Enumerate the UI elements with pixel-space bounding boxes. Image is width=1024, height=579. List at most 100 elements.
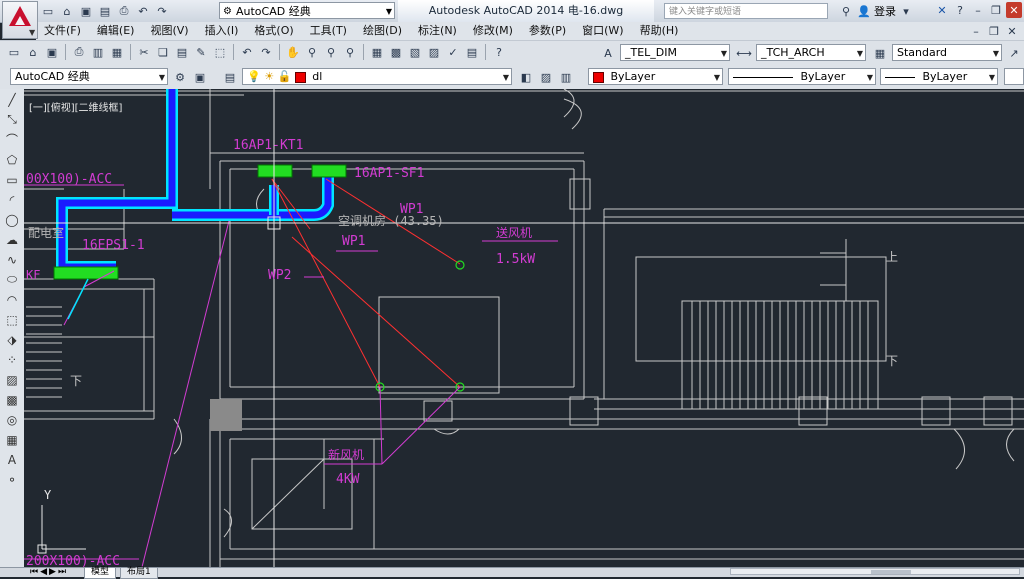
rectangle-icon[interactable]: ▭	[2, 170, 22, 189]
spline-icon[interactable]: ∿	[2, 250, 22, 269]
tab-layout1[interactable]: 布局1	[120, 567, 158, 579]
make-block-icon[interactable]: ⬗	[2, 330, 22, 349]
sign-in-link[interactable]: 登录	[874, 3, 896, 19]
zoom-window-icon[interactable]: ⚲	[323, 44, 339, 60]
multiline-text-icon[interactable]: A	[2, 450, 22, 469]
menu-item[interactable]: 绘图(D)	[355, 22, 410, 40]
gradient-icon[interactable]: ▩	[2, 390, 22, 409]
new-file-icon[interactable]: ▭	[40, 3, 56, 19]
calculator-icon[interactable]: ▤	[464, 44, 480, 60]
exchange-icon[interactable]: ✕	[934, 2, 950, 18]
redo-icon[interactable]: ↷	[258, 44, 274, 60]
add-selected-icon[interactable]: ⚬	[2, 470, 22, 489]
open-file-icon[interactable]: ⌂	[59, 3, 75, 19]
point-icon[interactable]: ⁘	[2, 350, 22, 369]
menu-item[interactable]: 文件(F)	[36, 22, 89, 40]
horizontal-scrollbar[interactable]	[730, 568, 1020, 575]
help-icon[interactable]: ?	[491, 44, 507, 60]
binoculars-icon[interactable]: ⚲	[838, 3, 854, 19]
restore-icon[interactable]: ❐	[986, 23, 1002, 39]
app-logo[interactable]: ▼	[2, 1, 38, 39]
text-style-icon[interactable]: A	[600, 45, 616, 61]
menu-item[interactable]: 编辑(E)	[89, 22, 143, 40]
zoom-previous-icon[interactable]: ⚲	[342, 44, 358, 60]
line-icon[interactable]: ╱	[2, 90, 22, 109]
print-icon[interactable]: ⎙	[116, 3, 132, 19]
print-icon[interactable]: ⎙	[71, 44, 87, 60]
match-properties-icon[interactable]: ✎	[193, 44, 209, 60]
plot-style-select[interactable]	[1004, 68, 1024, 85]
menu-item[interactable]: 标注(N)	[410, 22, 465, 40]
minimize-icon[interactable]: –	[970, 2, 986, 18]
new-file-icon[interactable]: ▭	[6, 44, 22, 60]
undo-icon[interactable]: ↶	[135, 3, 151, 19]
table-icon[interactable]: ▦	[2, 430, 22, 449]
hatch-icon[interactable]: ▨	[2, 370, 22, 389]
workspace-select[interactable]: AutoCAD 经典 ▼	[10, 68, 168, 85]
viewport-controls-label[interactable]: [一][俯视][二维线框]	[29, 99, 122, 114]
undo-icon[interactable]: ↶	[239, 44, 255, 60]
menu-item[interactable]: 修改(M)	[465, 22, 521, 40]
publish-icon[interactable]: ▦	[109, 44, 125, 60]
markup-icon[interactable]: ✓	[445, 44, 461, 60]
close-icon[interactable]: ✕	[1006, 2, 1022, 18]
menu-item[interactable]: 插入(I)	[197, 22, 247, 40]
chevron-down-icon[interactable]: ▾	[898, 3, 914, 19]
tab-model[interactable]: 模型	[84, 567, 117, 579]
ellipse-icon[interactable]: ⬭	[2, 270, 22, 289]
tool-palettes-icon[interactable]: ▧	[407, 44, 423, 60]
table-style-select[interactable]: _TCH_ARCH ▼	[756, 44, 866, 61]
circle-icon[interactable]: ◯	[2, 210, 22, 229]
help-icon[interactable]: ?	[952, 2, 968, 18]
save-icon[interactable]: ▣	[44, 44, 60, 60]
lineweight-select[interactable]: ByLayer ▼	[880, 68, 998, 85]
print-preview-icon[interactable]: ▥	[90, 44, 106, 60]
polyline-icon[interactable]: ⌒	[2, 130, 22, 149]
restore-icon[interactable]: ❐	[988, 2, 1004, 18]
dim-style-select[interactable]: _TEL_DIM ▼	[620, 44, 730, 61]
menu-item[interactable]: 工具(T)	[302, 22, 355, 40]
multileader-style-icon[interactable]: ↗	[1006, 45, 1022, 61]
insert-block-icon[interactable]: ⬚	[2, 310, 22, 329]
construction-line-icon[interactable]: ⤡	[2, 110, 22, 129]
color-select[interactable]: ByLayer ▼	[588, 68, 723, 85]
block-editor-icon[interactable]: ⬚	[212, 44, 228, 60]
scrollbar-thumb[interactable]	[871, 570, 911, 574]
paste-icon[interactable]: ▤	[174, 44, 190, 60]
ellipse-arc-icon[interactable]: ◠	[2, 290, 22, 309]
gear-icon[interactable]: ⚙	[172, 69, 188, 85]
menu-item[interactable]: 窗口(W)	[574, 22, 631, 40]
text-style-select[interactable]: Standard ▼	[892, 44, 1002, 61]
close-icon[interactable]: ✕	[1004, 23, 1020, 39]
save-as-icon[interactable]: ▤	[97, 3, 113, 19]
zoom-realtime-icon[interactable]: ⚲	[304, 44, 320, 60]
minimize-icon[interactable]: –	[968, 23, 984, 39]
layer-previous-icon[interactable]: ▨	[538, 69, 554, 85]
menu-item[interactable]: 格式(O)	[246, 22, 301, 40]
redo-icon[interactable]: ↷	[154, 3, 170, 19]
sheet-set-icon[interactable]: ▨	[426, 44, 442, 60]
pan-icon[interactable]: ✋	[285, 44, 301, 60]
polygon-icon[interactable]: ⬠	[2, 150, 22, 169]
drawing-canvas[interactable]: 16AP1-KT1 16AP1-SF1 00X100)-ACC 空调机房 (43…	[24, 89, 1024, 567]
cut-icon[interactable]: ✂	[136, 44, 152, 60]
search-input[interactable]: 键入关键字或短语	[664, 3, 828, 19]
workspace-settings-icon[interactable]: ▣	[192, 69, 208, 85]
user-icon[interactable]: 👤	[856, 3, 872, 19]
menu-item[interactable]: 参数(P)	[521, 22, 574, 40]
menu-item[interactable]: 帮助(H)	[632, 22, 687, 40]
table-style-icon[interactable]: ▦	[872, 45, 888, 61]
menu-item[interactable]: 视图(V)	[142, 22, 196, 40]
layer-properties-icon[interactable]: ▤	[222, 69, 238, 85]
copy-icon[interactable]: ❏	[155, 44, 171, 60]
arc-icon[interactable]: ◜	[2, 190, 22, 209]
region-icon[interactable]: ◎	[2, 410, 22, 429]
open-file-icon[interactable]: ⌂	[25, 44, 41, 60]
properties-icon[interactable]: ▦	[369, 44, 385, 60]
linetype-select[interactable]: ByLayer ▼	[728, 68, 876, 85]
layer-select[interactable]: 💡 ☀ 🔓 dl ▼	[242, 68, 512, 85]
make-current-layer-icon[interactable]: ◧	[518, 69, 534, 85]
dim-style-icon[interactable]: ⟷	[736, 45, 752, 61]
revision-cloud-icon[interactable]: ☁	[2, 230, 22, 249]
workspace-switcher[interactable]: ⚙ AutoCAD 经典 ▼	[219, 2, 395, 19]
